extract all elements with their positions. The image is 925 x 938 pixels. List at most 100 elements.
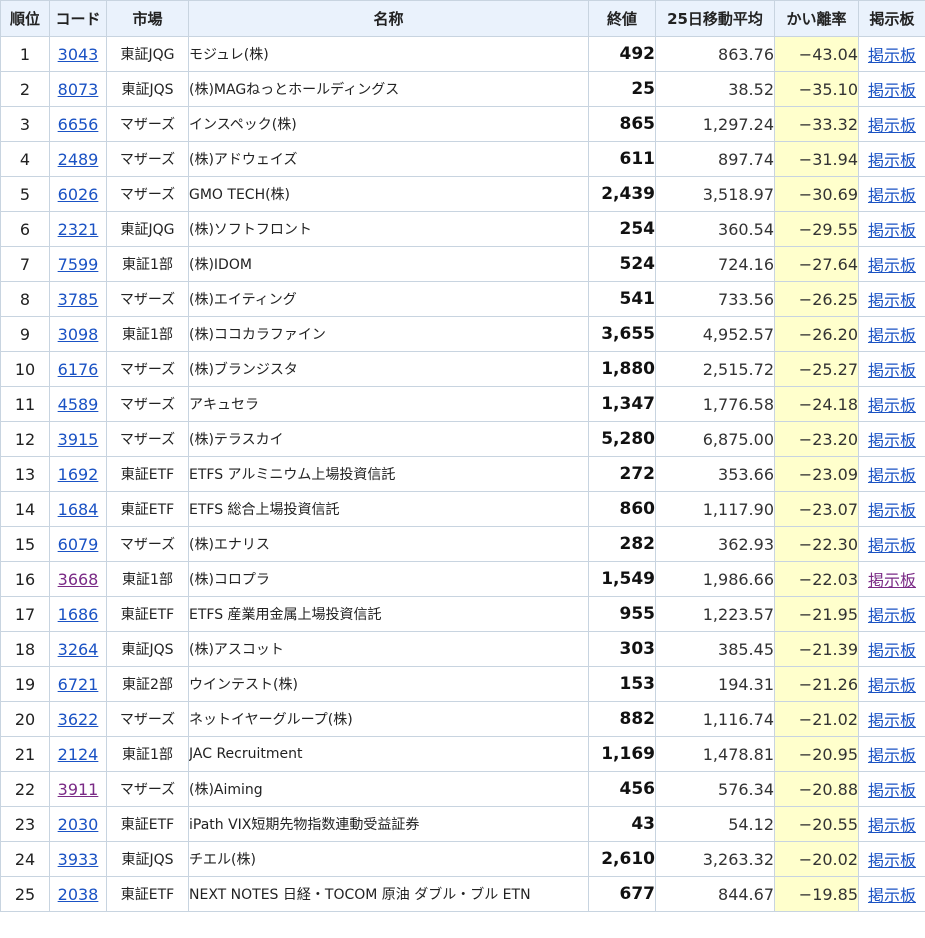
message-board-link[interactable]: 掲示板 [868, 816, 916, 835]
stock-code-link[interactable]: 1686 [58, 605, 99, 624]
close-price-cell: 3,655 [588, 316, 656, 352]
board-cell: 掲示板 [858, 36, 925, 72]
name-cell: インスペック(株) [188, 106, 589, 142]
code-cell: 2038 [49, 876, 107, 912]
message-board-link[interactable]: 掲示板 [868, 571, 916, 590]
rank-cell: 24 [0, 841, 50, 877]
stock-code-link[interactable]: 2030 [58, 815, 99, 834]
board-cell: 掲示板 [858, 841, 925, 877]
message-board-link[interactable]: 掲示板 [868, 361, 916, 380]
message-board-link[interactable]: 掲示板 [868, 326, 916, 345]
name-cell: ETFS 産業用金属上場投資信託 [188, 596, 589, 632]
name-cell: ETFS アルミニウム上場投資信託 [188, 456, 589, 492]
name-cell: NEXT NOTES 日経・TOCOM 原油 ダブル・ブル ETN [188, 876, 589, 912]
moving-average-cell: 1,117.90 [655, 491, 775, 527]
table-row: 7 7599 東証1部 (株)IDOM 524 724.16 −27.64 掲示板 [0, 246, 925, 282]
stock-code-link[interactable]: 4589 [58, 395, 99, 414]
message-board-link[interactable]: 掲示板 [868, 536, 916, 555]
message-board-link[interactable]: 掲示板 [868, 746, 916, 765]
message-board-link[interactable]: 掲示板 [868, 781, 916, 800]
close-price-cell: 272 [588, 456, 656, 492]
message-board-link[interactable]: 掲示板 [868, 116, 916, 135]
stock-code-link[interactable]: 6176 [58, 360, 99, 379]
table-row: 10 6176 マザーズ (株)ブランジスタ 1,880 2,515.72 −25.27 掲示… [0, 351, 925, 387]
table-row: 12 3915 マザーズ (株)テラスカイ 5,280 6,875.00 −23.20 掲示板 [0, 421, 925, 457]
board-cell: 掲示板 [858, 561, 925, 597]
deviation-rate-cell: −30.69 [774, 176, 859, 212]
rank-cell: 9 [0, 316, 50, 352]
deviation-rate-cell: −35.10 [774, 71, 859, 107]
rank-cell: 2 [0, 71, 50, 107]
name-cell: (株)エイティング [188, 281, 589, 317]
market-cell: 東証JQG [106, 211, 189, 247]
message-board-link[interactable]: 掲示板 [868, 186, 916, 205]
deviation-rate-cell: −22.03 [774, 561, 859, 597]
moving-average-cell: 1,297.24 [655, 106, 775, 142]
stock-code-link[interactable]: 2038 [58, 885, 99, 904]
message-board-link[interactable]: 掲示板 [868, 291, 916, 310]
market-cell: 東証ETF [106, 596, 189, 632]
message-board-link[interactable]: 掲示板 [868, 676, 916, 695]
board-cell: 掲示板 [858, 106, 925, 142]
stock-code-link[interactable]: 6721 [58, 675, 99, 694]
stock-code-link[interactable]: 6079 [58, 535, 99, 554]
message-board-link[interactable]: 掲示板 [868, 431, 916, 450]
stock-code-link[interactable]: 2124 [58, 745, 99, 764]
rank-cell: 13 [0, 456, 50, 492]
rank-cell: 12 [0, 421, 50, 457]
stock-code-link[interactable]: 7599 [58, 255, 99, 274]
stock-code-link[interactable]: 2321 [58, 220, 99, 239]
message-board-link[interactable]: 掲示板 [868, 256, 916, 275]
rank-cell: 5 [0, 176, 50, 212]
stock-code-link[interactable]: 3098 [58, 325, 99, 344]
deviation-rate-cell: −21.02 [774, 701, 859, 737]
header-deviation: かい離率 [774, 0, 859, 37]
name-cell: アキュセラ [188, 386, 589, 422]
market-cell: マザーズ [106, 526, 189, 562]
stock-code-link[interactable]: 8073 [58, 80, 99, 99]
market-cell: 東証1部 [106, 736, 189, 772]
deviation-rate-cell: −23.20 [774, 421, 859, 457]
message-board-link[interactable]: 掲示板 [868, 46, 916, 65]
stock-code-link[interactable]: 1692 [58, 465, 99, 484]
stock-code-link[interactable]: 6026 [58, 185, 99, 204]
message-board-link[interactable]: 掲示板 [868, 711, 916, 730]
close-price-cell: 492 [588, 36, 656, 72]
stock-code-link[interactable]: 3264 [58, 640, 99, 659]
stock-code-link[interactable]: 1684 [58, 500, 99, 519]
message-board-link[interactable]: 掲示板 [868, 466, 916, 485]
stock-code-link[interactable]: 3622 [58, 710, 99, 729]
stock-code-link[interactable]: 3668 [58, 570, 99, 589]
code-cell: 3622 [49, 701, 107, 737]
stock-code-link[interactable]: 3933 [58, 850, 99, 869]
message-board-link[interactable]: 掲示板 [868, 81, 916, 100]
board-cell: 掲示板 [858, 421, 925, 457]
message-board-link[interactable]: 掲示板 [868, 606, 916, 625]
stock-code-link[interactable]: 3043 [58, 45, 99, 64]
name-cell: (株)コロプラ [188, 561, 589, 597]
moving-average-cell: 1,223.57 [655, 596, 775, 632]
rank-cell: 25 [0, 876, 50, 912]
message-board-link[interactable]: 掲示板 [868, 396, 916, 415]
message-board-link[interactable]: 掲示板 [868, 886, 916, 905]
deviation-rate-cell: −31.94 [774, 141, 859, 177]
market-cell: マザーズ [106, 351, 189, 387]
close-price-cell: 456 [588, 771, 656, 807]
stock-code-link[interactable]: 3911 [58, 780, 99, 799]
board-cell: 掲示板 [858, 386, 925, 422]
message-board-link[interactable]: 掲示板 [868, 851, 916, 870]
stock-code-link[interactable]: 2489 [58, 150, 99, 169]
message-board-link[interactable]: 掲示板 [868, 151, 916, 170]
message-board-link[interactable]: 掲示板 [868, 641, 916, 660]
close-price-cell: 1,880 [588, 351, 656, 387]
message-board-link[interactable]: 掲示板 [868, 221, 916, 240]
message-board-link[interactable]: 掲示板 [868, 501, 916, 520]
board-cell: 掲示板 [858, 351, 925, 387]
board-cell: 掲示板 [858, 246, 925, 282]
stock-code-link[interactable]: 6656 [58, 115, 99, 134]
board-cell: 掲示板 [858, 456, 925, 492]
stock-code-link[interactable]: 3915 [58, 430, 99, 449]
stock-code-link[interactable]: 3785 [58, 290, 99, 309]
close-price-cell: 882 [588, 701, 656, 737]
moving-average-cell: 38.52 [655, 71, 775, 107]
